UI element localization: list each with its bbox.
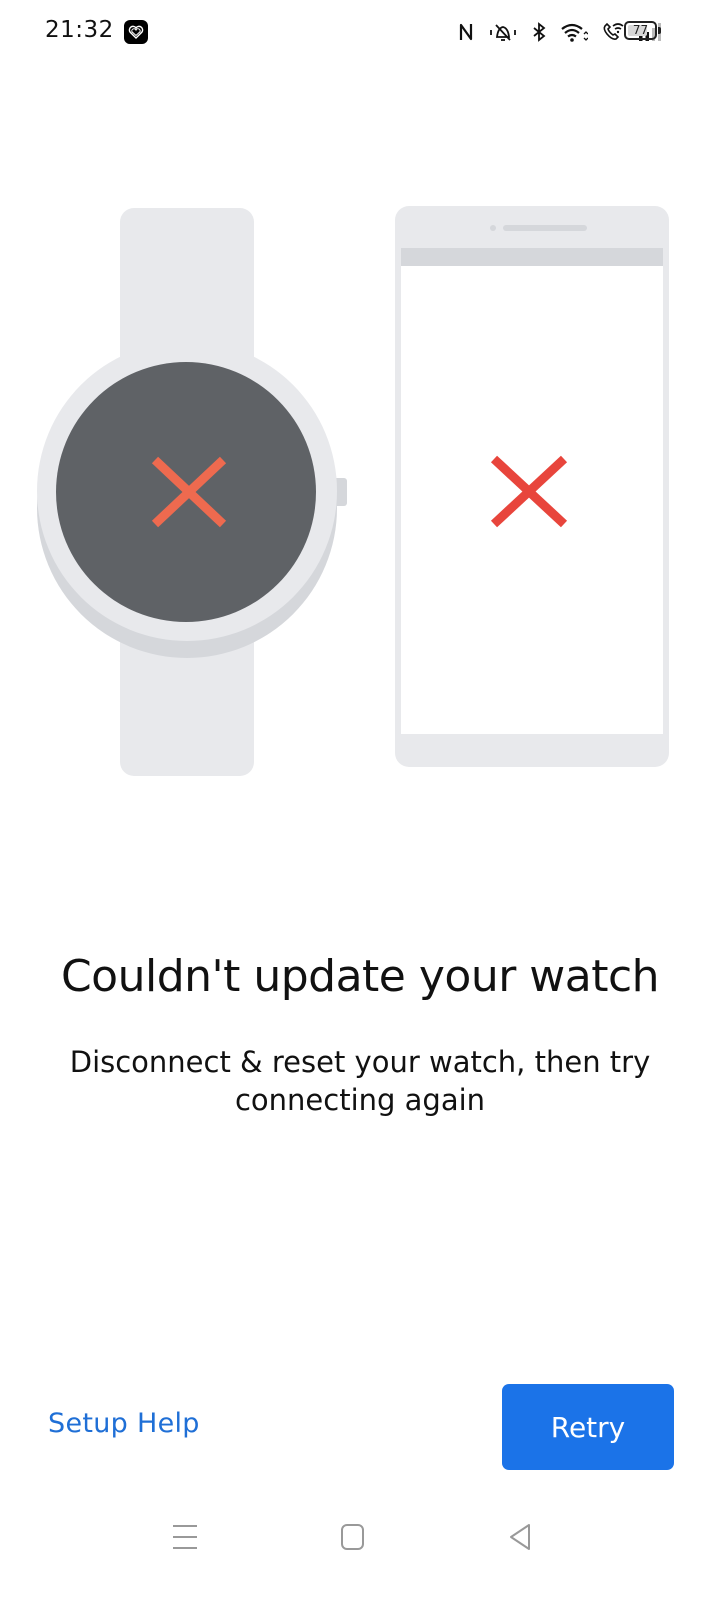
bluetooth-icon (532, 22, 546, 42)
recents-icon (173, 1525, 197, 1549)
status-bar: 21:32 77 (0, 0, 720, 64)
watch-illustration (37, 208, 347, 776)
navigation-bar (0, 1490, 720, 1600)
phone-illustration (395, 206, 669, 767)
back-icon (510, 1524, 530, 1550)
home-icon (341, 1524, 364, 1550)
phone-status-strip (401, 248, 663, 266)
phone-speaker (503, 225, 587, 231)
nfc-icon (458, 22, 474, 42)
battery-level: 77 (632, 23, 649, 37)
health-heart-icon (124, 20, 148, 44)
retry-button[interactable]: Retry (502, 1384, 674, 1470)
wifi-calling-icon (602, 22, 624, 42)
setup-help-link[interactable]: Setup Help (48, 1408, 200, 1439)
status-time: 21:32 (45, 17, 114, 43)
error-title: Couldn't update your watch (60, 951, 660, 1003)
wifi-icon (560, 22, 588, 42)
battery-icon: 77 (624, 21, 657, 40)
vibrate-silent-icon (488, 22, 518, 42)
battery-tip (658, 27, 661, 34)
error-description: Disconnect & reset your watch, then try … (69, 1045, 651, 1117)
recents-button[interactable] (160, 1512, 210, 1562)
phone-camera (490, 225, 496, 231)
home-button[interactable] (328, 1512, 378, 1562)
back-button[interactable] (496, 1512, 546, 1562)
error-illustration (37, 206, 669, 776)
